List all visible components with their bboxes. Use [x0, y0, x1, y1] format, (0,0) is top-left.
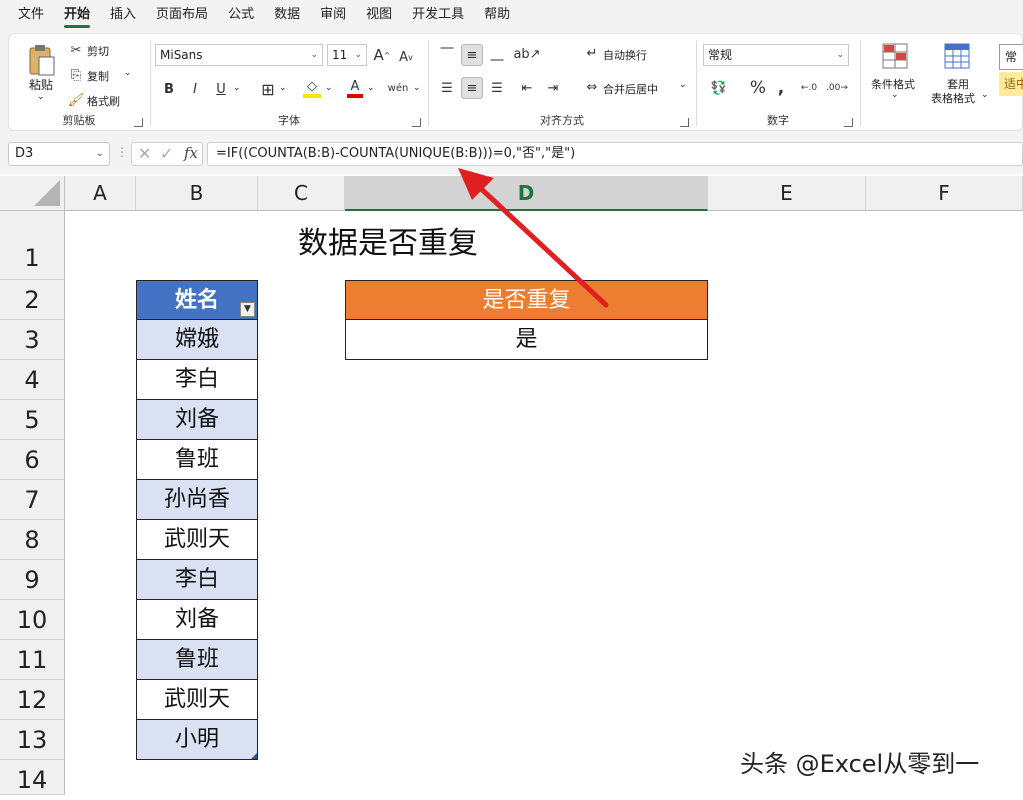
annotation-arrow — [458, 168, 609, 308]
watermark: 头条 @Excel从零到一 — [740, 750, 980, 778]
